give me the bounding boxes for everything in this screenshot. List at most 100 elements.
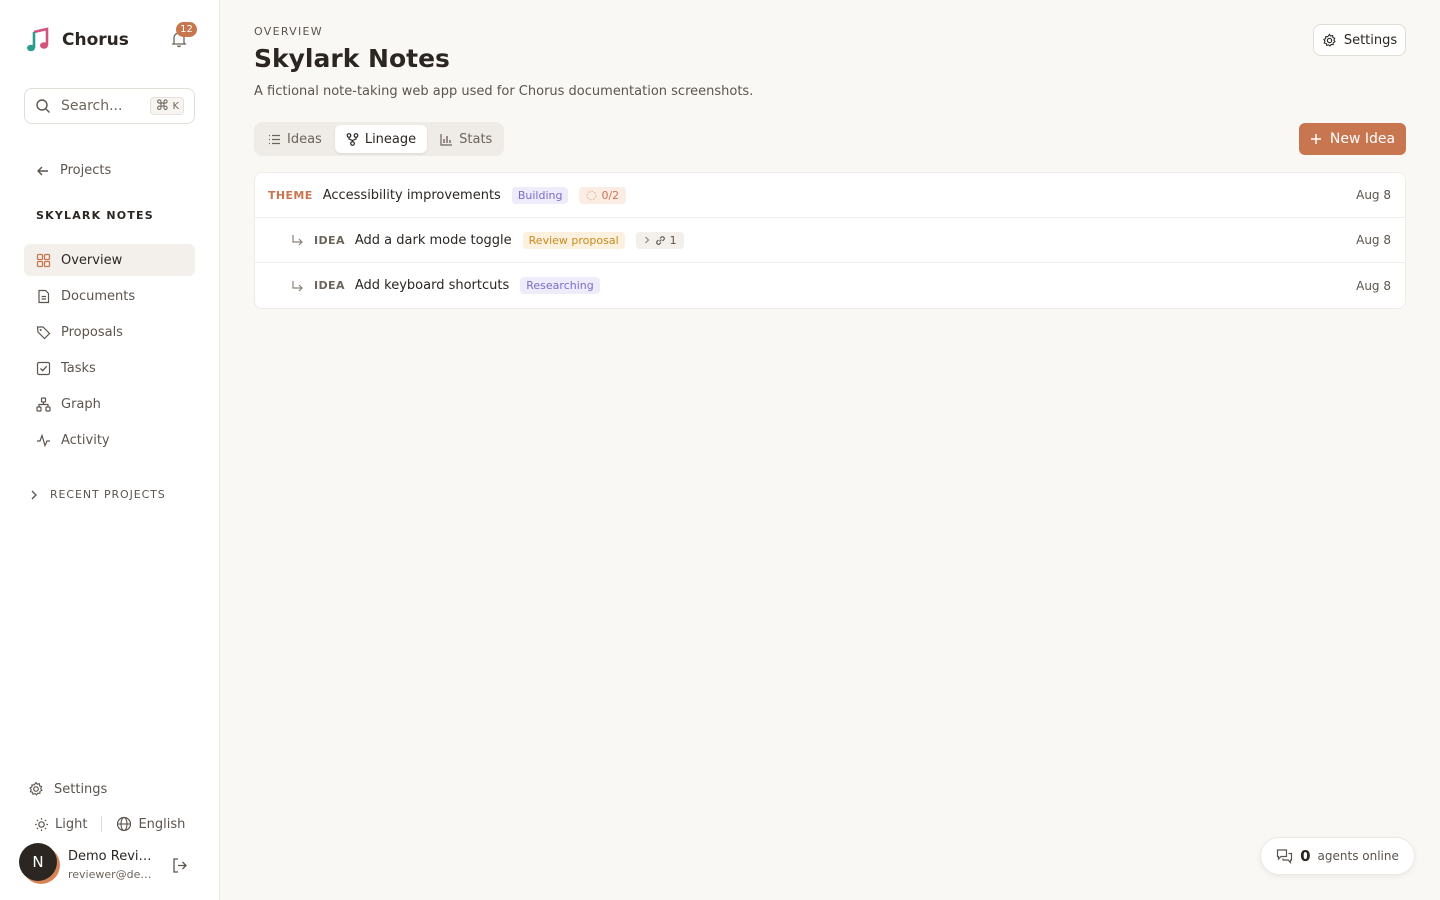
row-title: Add a dark mode toggle (354, 232, 512, 248)
user-profile[interactable]: N Demo Reviewer reviewer@demo.com (19, 843, 199, 885)
theme-label: Light (55, 816, 88, 832)
sidebar-item-label: Graph (61, 396, 101, 412)
brand-name: Chorus (62, 30, 129, 50)
user-name: Demo Reviewer (68, 849, 158, 864)
project-heading: SKYLARK NOTES (36, 209, 154, 222)
list-item-theme[interactable]: THEME Accessibility improvements Buildin… (255, 173, 1405, 218)
lineage-icon (346, 132, 359, 146)
tab-ideas[interactable]: Ideas (257, 125, 333, 153)
back-to-projects[interactable]: Projects (36, 163, 111, 178)
sidebar-item-activity[interactable]: Activity (24, 424, 195, 456)
row-date: Aug 8 (1356, 278, 1391, 293)
tab-label: Ideas (287, 131, 322, 147)
lineage-list: THEME Accessibility improvements Buildin… (254, 172, 1406, 309)
page-title: Skylark Notes (254, 44, 450, 73)
sidebar: Chorus 12 Search... ⌘ K Projects SKYLARK… (0, 0, 220, 900)
link-count-chip: 1 (635, 231, 684, 249)
logout-icon[interactable] (171, 857, 188, 874)
sidebar-item-overview[interactable]: Overview (24, 244, 195, 276)
sidebar-settings[interactable]: Settings (28, 781, 107, 797)
brand[interactable]: Chorus (24, 26, 129, 54)
recent-projects-toggle[interactable]: RECENT PROJECTS (28, 488, 166, 501)
row-kind: IDEA (314, 233, 345, 247)
page-overline: OVERVIEW (254, 25, 323, 38)
sidebar-nav: Overview Documents Proposals Tasks Graph… (24, 244, 195, 460)
sidebar-item-proposals[interactable]: Proposals (24, 316, 195, 348)
row-title: Add keyboard shortcuts (354, 278, 510, 293)
graph-icon (36, 396, 51, 412)
sidebar-item-label: Proposals (61, 324, 123, 340)
search-icon (36, 99, 50, 113)
theme-toggle[interactable]: Light (34, 817, 87, 832)
sidebar-item-documents[interactable]: Documents (24, 280, 195, 312)
sub-item-arrow-icon (292, 280, 303, 291)
gear-icon (29, 781, 43, 796)
settings-button-label: Settings (1343, 32, 1398, 48)
sidebar-item-label: Overview (61, 252, 123, 268)
language-selector[interactable]: English (116, 816, 185, 832)
bar-chart-icon (440, 133, 453, 146)
chat-icon (1277, 848, 1293, 864)
sidebar-item-label: Tasks (61, 360, 96, 376)
list-item-idea[interactable]: IDEA Add keyboard shortcuts Researching … (255, 263, 1405, 308)
status-badge: Researching (520, 277, 600, 294)
sidebar-item-label: Documents (61, 288, 136, 304)
activity-icon (37, 433, 50, 447)
avatar: N (19, 843, 57, 881)
gear-icon (1322, 33, 1336, 47)
search-shortcut: ⌘ K (150, 97, 184, 115)
arrow-left-icon (37, 166, 48, 175)
chevron-right-icon (644, 236, 649, 244)
agents-online-indicator[interactable]: 0 agents online (1260, 837, 1415, 875)
recent-projects-label: RECENT PROJECTS (50, 488, 166, 501)
row-title: Accessibility improvements (322, 187, 501, 203)
tab-lineage[interactable]: Lineage (334, 125, 428, 153)
row-kind: THEME (268, 188, 313, 202)
sidebar-item-tasks[interactable]: Tasks (24, 352, 195, 384)
link-icon (655, 235, 665, 245)
preferences-bar: Light English (34, 816, 185, 832)
project-settings-button[interactable]: Settings (1313, 24, 1406, 56)
page-description: A fictional note-taking web app used for… (254, 84, 754, 99)
agents-label: agents online (1317, 849, 1399, 863)
checkbox-icon (36, 361, 51, 375)
sidebar-item-label: Activity (61, 432, 110, 448)
circle-progress-icon (587, 190, 597, 200)
row-date: Aug 8 (1356, 188, 1391, 202)
chevron-right-icon (31, 490, 37, 499)
shortcut-key: K (172, 100, 179, 112)
language-label: English (138, 816, 186, 832)
music-note-icon (27, 27, 49, 52)
progress-chip: 0/2 (579, 186, 627, 204)
document-icon (38, 289, 50, 303)
preferences-divider (101, 816, 103, 832)
row-kind: IDEA (314, 279, 345, 292)
list-item-idea[interactable]: IDEA Add a dark mode toggle Review propo… (255, 218, 1405, 263)
sidebar-settings-label: Settings (54, 781, 108, 797)
command-key-icon: ⌘ (155, 98, 170, 114)
new-idea-button[interactable]: New Idea (1299, 123, 1406, 155)
progress-value: 0/2 (601, 188, 620, 202)
sun-icon (35, 817, 48, 831)
status-badge: Building (511, 186, 569, 204)
row-date: Aug 8 (1356, 233, 1391, 247)
user-email: reviewer@demo.com (68, 868, 158, 881)
list-icon (269, 134, 280, 144)
agents-count: 0 (1300, 847, 1311, 865)
status-badge: Review proposal (522, 231, 625, 249)
sidebar-item-graph[interactable]: Graph (24, 388, 195, 420)
globe-icon (117, 816, 132, 832)
tag-icon (36, 325, 51, 339)
plus-icon (1310, 134, 1321, 144)
link-count: 1 (669, 233, 677, 247)
tab-label: Lineage (364, 131, 417, 147)
notification-badge: 12 (176, 22, 197, 37)
new-idea-label: New Idea (1329, 131, 1396, 147)
tab-stats[interactable]: Stats (429, 125, 503, 153)
tab-label: Stats (459, 131, 493, 147)
search-input[interactable]: Search... ⌘ K (24, 88, 195, 124)
search-placeholder: Search... (61, 98, 123, 114)
back-label: Projects (60, 163, 112, 178)
sub-item-arrow-icon (292, 235, 303, 246)
overview-icon (36, 253, 51, 267)
